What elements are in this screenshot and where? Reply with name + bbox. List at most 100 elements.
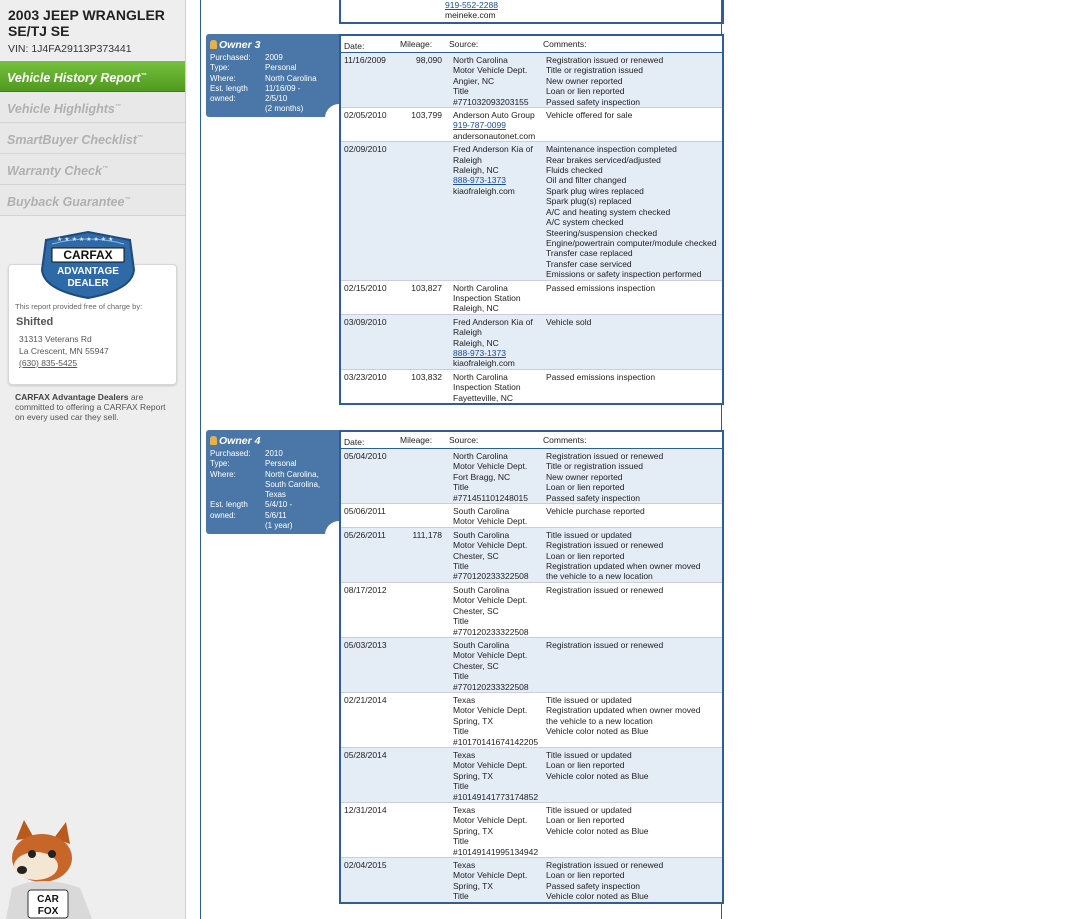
row-comments: Vehicle offered for sale xyxy=(540,108,722,141)
row-mileage xyxy=(400,858,446,902)
source-line: North Carolina xyxy=(453,55,508,65)
owner4-title-text: Owner 4 xyxy=(219,435,261,447)
source-line: Title xyxy=(453,561,469,572)
comment-line: Title issued or updated xyxy=(546,805,632,815)
source-line: Title xyxy=(453,781,469,792)
person-icon xyxy=(210,40,217,49)
trademark: ™ xyxy=(101,166,108,172)
source-phone-link[interactable]: 919-787-0099 xyxy=(453,120,540,130)
source-line: Title xyxy=(453,726,469,737)
provided-by-text: This report provided free of charge by: xyxy=(15,302,143,311)
source-line: Motor Vehicle Dept. xyxy=(453,540,528,551)
owner4-history-table: Date: Mileage: Source: Comments: 05/04/2… xyxy=(339,430,724,904)
row-source: North Carolina Inspection Station Raleigh,… xyxy=(446,281,540,314)
dealer-phone-link[interactable]: (630) 835-5425 xyxy=(19,357,109,369)
owner-field: Where: North Carolina, South Carolina, Texa… xyxy=(206,470,339,501)
comment-line: Registration issued or renewed xyxy=(546,55,664,65)
row-mileage xyxy=(400,638,446,692)
col-source: Source: xyxy=(449,435,479,445)
vehicle-title-line1: 2003 JEEP WRANGLER xyxy=(8,7,165,23)
badge-line3: DEALER xyxy=(67,278,109,289)
comment-line: Transfer case serviced xyxy=(546,258,632,269)
row-comments: Vehicle sold xyxy=(540,315,722,369)
comment-line: New owner reported xyxy=(546,75,623,86)
nav-vehicle-history-report[interactable]: Vehicle History Report™ xyxy=(0,61,185,92)
row-comments: Passed emissions inspection xyxy=(540,281,722,314)
col-mileage: Mileage: xyxy=(400,39,433,49)
fragment-phone-link[interactable]: 919-552-2288 xyxy=(445,0,498,10)
source-line: Title xyxy=(453,891,469,902)
comment-line: Vehicle purchase reported xyxy=(546,506,645,517)
comment-line: Vehicle color noted as Blue xyxy=(546,891,649,902)
owner-field: Purchased: 2010 xyxy=(206,449,339,459)
owner-field-value-line: 2009 xyxy=(265,53,283,62)
comment-line: Fluids checked xyxy=(546,165,603,176)
owner4-title: Owner 4 xyxy=(210,435,339,447)
dealer-note-rest2: committed to offering a CARFAX Report xyxy=(15,402,166,412)
row-source: South Carolina Motor Vehicle Dept. Chester… xyxy=(446,528,540,582)
source-line: Motor Vehicle Dept. xyxy=(453,595,528,606)
owner-field-value-line: Texas xyxy=(265,490,286,500)
nav-warranty-check[interactable]: Warranty Check™ xyxy=(0,154,185,185)
source-line: #770120233322508 xyxy=(453,571,529,582)
source-phone-link[interactable]: 888-973-1373 xyxy=(453,175,540,185)
source-line: Raleigh xyxy=(453,154,482,165)
owner4-rows: 05/04/2010 North Carolina Motor Vehicle De… xyxy=(341,449,722,902)
row-source: South Carolina Motor Vehicle Dept. Chester… xyxy=(446,638,540,692)
row-comments: Registration issued or renewed Loan or li… xyxy=(540,858,722,902)
source-line: Motor Vehicle Dept. xyxy=(453,870,528,881)
source-line: #10170141674142205 xyxy=(453,736,539,747)
table-row: 02/04/2015 Texas Motor Vehicle Dept. Spring… xyxy=(341,858,722,902)
source-line: #770120233322508 xyxy=(453,681,529,692)
comment-line: Vehicle offered for sale xyxy=(546,110,633,121)
source-line: Fred Anderson Kia of xyxy=(453,316,533,327)
comment-line: Loan or lien reported xyxy=(546,870,625,881)
source-line: andersonautonet.com xyxy=(453,130,536,141)
source-phone-link[interactable]: 888-973-1373 xyxy=(453,348,540,358)
comment-line: New owner reported xyxy=(546,471,623,482)
sidebar: 2003 JEEP WRANGLER SE/TJ SE VIN: 1J4FA29… xyxy=(0,0,186,919)
table-row: 05/04/2010 North Carolina Motor Vehicle De… xyxy=(341,449,722,505)
badge-line1: CARFAX xyxy=(63,248,112,262)
nav-vehicle-highlights[interactable]: Vehicle Highlights™ xyxy=(0,92,185,123)
source-line: Title xyxy=(453,86,469,97)
row-date: 08/17/2012 xyxy=(344,584,387,595)
owner-field-value: Personal xyxy=(265,63,337,73)
source-line: Motor Vehicle Dept. xyxy=(453,461,528,472)
table-row: 05/26/2011 111,178 South Carolina Motor Veh… xyxy=(341,527,722,583)
row-source: North Carolina Motor Vehicle Dept. Angier,… xyxy=(446,53,540,107)
nav-smartbuyer-checklist[interactable]: SmartBuyer Checklist™ xyxy=(0,123,185,154)
dealer-name: Shifted xyxy=(16,316,54,328)
owner3-history-table: Date: Mileage: Source: Comments: 11/16/2… xyxy=(339,34,724,405)
trademark: ™ xyxy=(124,197,131,203)
comment-line: Title issued or updated xyxy=(546,529,632,540)
comment-line: Vehicle sold xyxy=(546,316,592,327)
row-date: 02/15/2010 xyxy=(344,282,387,293)
dealer-address: 31313 Veterans Rd La Crescent, MN 55947 … xyxy=(19,333,109,369)
owner3-panel: Owner 3 Purchased: 2009 Type: Personal Where… xyxy=(206,34,339,118)
trademark: ™ xyxy=(136,135,143,141)
table-row: 02/15/2010 103,827 North Carolina Inspectio… xyxy=(341,281,722,315)
owner-field-value-line: North Carolina, xyxy=(265,469,319,479)
owner-field-value-line: 5/4/10 - xyxy=(265,500,293,510)
row-mileage xyxy=(400,693,446,747)
comment-line: Vehicle color noted as Blue xyxy=(546,770,649,781)
source-line: Texas xyxy=(453,860,476,871)
comment-line: Rear brakes serviced/adjusted xyxy=(546,154,661,165)
row-date: 05/06/2011 xyxy=(344,506,386,517)
comment-line: Passed safety inspection xyxy=(546,96,641,107)
row-source: Fred Anderson Kia of Raleigh Raleigh, NC 88… xyxy=(446,315,540,369)
owner-field-label: Est. length xyxy=(210,500,248,510)
owner-field-label: owned: xyxy=(210,510,236,520)
comment-line: Passed safety inspection xyxy=(546,492,641,503)
source-line: Texas xyxy=(453,805,476,815)
nav-buyback-guarantee[interactable]: Buyback Guarantee™ xyxy=(0,185,185,216)
owner-field-value: 5/6/11 (1 year) xyxy=(265,511,337,532)
source-line: #10149141773174852 xyxy=(453,791,539,802)
trademark: ™ xyxy=(140,73,147,79)
owner-field: Type: Personal xyxy=(206,459,339,469)
row-comments: Title issued or updated Registration issu… xyxy=(540,528,722,582)
row-source: Fred Anderson Kia of Raleigh Raleigh, NC 88… xyxy=(446,142,540,279)
source-line: Texas xyxy=(453,694,476,705)
source-line: Texas xyxy=(453,749,476,760)
